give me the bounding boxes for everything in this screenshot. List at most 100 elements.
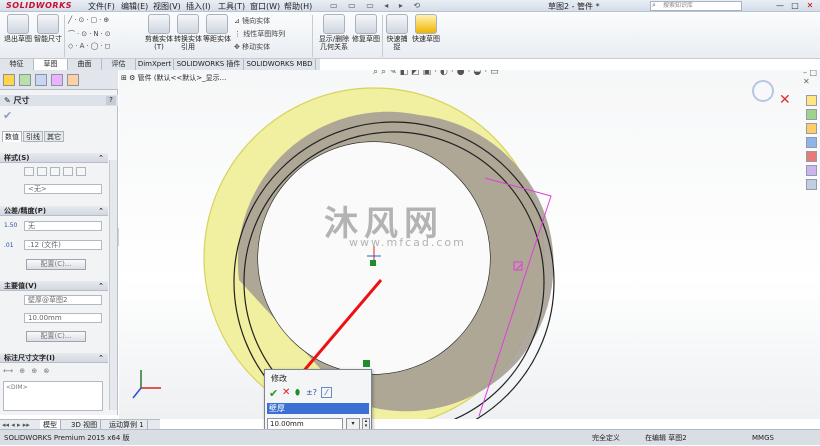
- style-select[interactable]: <无>: [24, 184, 102, 194]
- smart-dimension-button[interactable]: 智能尺寸: [34, 14, 62, 43]
- style-icon-1: [24, 167, 34, 176]
- tab-addins[interactable]: SOLIDWORKS 插件: [174, 59, 244, 70]
- offset-entities-button[interactable]: 等距实体: [203, 14, 231, 43]
- tab-leaders[interactable]: 引线: [23, 131, 43, 142]
- ok-check-icon[interactable]: ✔: [3, 109, 12, 122]
- trim-button[interactable]: 剪裁实体(T): [145, 14, 173, 51]
- ribbon-divider: [64, 15, 65, 57]
- dimension-text-section-header[interactable]: 标注尺寸文字(I) ⌃: [0, 353, 108, 363]
- app-logo: SOLIDWORKS: [6, 1, 73, 10]
- collapse-icon: ⌃: [98, 282, 104, 290]
- dimension-text-box[interactable]: <DIM>: [3, 381, 103, 411]
- rapid-sketch-icon: [415, 14, 437, 34]
- dimension-value-field[interactable]: 10.00mm: [24, 313, 102, 323]
- property-manager-icon[interactable]: [19, 74, 31, 86]
- trim-icon: [148, 14, 170, 34]
- tab-other[interactable]: 其它: [44, 131, 64, 142]
- display-manager-icon[interactable]: [67, 74, 79, 86]
- origin-point: [370, 260, 376, 266]
- style-icon-5: [76, 167, 86, 176]
- resources-icon[interactable]: [806, 95, 817, 106]
- view-palette-icon[interactable]: [806, 137, 817, 148]
- panel-scrollbar[interactable]: [109, 160, 117, 410]
- move-entities-button[interactable]: ✥ 移动实体: [234, 42, 270, 52]
- menu-help[interactable]: 帮助(H): [284, 1, 312, 12]
- dimension-name-field[interactable]: 壁厚@草图2: [24, 295, 102, 305]
- triad-z-axis: [132, 387, 142, 399]
- precision-select[interactable]: .12 (文件): [24, 240, 102, 250]
- tab-features[interactable]: 特征: [0, 59, 34, 70]
- menu-insert[interactable]: 插入(I): [186, 1, 211, 12]
- close-button[interactable]: ✕: [804, 1, 816, 11]
- tab-mbd[interactable]: SOLIDWORKS MBD: [244, 59, 316, 70]
- ribbon-divider: [312, 15, 313, 57]
- menu-tools[interactable]: 工具(T): [218, 1, 245, 12]
- tab-value[interactable]: 数值: [2, 131, 22, 142]
- sketch-tools-row2[interactable]: ⌒·⊙·N·⊙: [68, 29, 113, 39]
- config-manager-icon[interactable]: [35, 74, 47, 86]
- cancel-icon[interactable]: ✕: [282, 387, 290, 398]
- rapid-sketch-button[interactable]: 快速草图: [412, 14, 440, 43]
- text-format-icons[interactable]: ⟷ ⊕ ⊕ ⊗: [3, 367, 51, 375]
- primary-config-button[interactable]: 配置(C)...: [26, 331, 86, 342]
- linear-pattern-button[interactable]: ⋮ 线性草图阵列: [234, 29, 285, 39]
- reset-spin-icon[interactable]: ±?: [306, 388, 317, 397]
- offset-icon: [206, 14, 228, 34]
- menu-window[interactable]: 窗口(W): [250, 1, 280, 12]
- convert-entities-button[interactable]: 转换实体引用: [174, 14, 202, 51]
- dimension-name[interactable]: 壁厚: [267, 403, 369, 414]
- help-button[interactable]: ?: [106, 96, 116, 105]
- feature-tree-icon[interactable]: [3, 74, 15, 86]
- rebuild-icon[interactable]: ⬮: [295, 388, 300, 398]
- menu-file[interactable]: 文件(F): [88, 1, 115, 12]
- design-library-icon[interactable]: [806, 109, 817, 120]
- tolerance-type-select[interactable]: 无: [24, 221, 102, 231]
- tolerance-section-header[interactable]: 公差/精度(P) ⌃: [0, 206, 108, 216]
- quick-snaps-button[interactable]: 快速捕捉: [384, 14, 410, 51]
- sketch-tools-row3[interactable]: ◇·A·◯·◻: [68, 42, 113, 50]
- sketch-tools-row1[interactable]: ╱·⊙·▢·⊕: [68, 16, 111, 24]
- menu-edit[interactable]: 编辑(E): [121, 1, 148, 12]
- graphics-area[interactable]: ⊞ ⚙ 管件 (默认<<默认>_显示... ⌕⌕✎◧◩▣·◐·●·◒·▭ – □…: [119, 70, 820, 419]
- file-explorer-icon[interactable]: [806, 123, 817, 134]
- model-canvas: [132, 87, 555, 419]
- search-input[interactable]: 搜索知识库: [650, 1, 742, 11]
- custom-properties-icon[interactable]: [806, 165, 817, 176]
- product-version: SOLIDWORKS Premium 2015 x64 版: [4, 434, 130, 442]
- smart-dimension-icon: [37, 14, 59, 34]
- maximize-button[interactable]: □: [789, 1, 801, 11]
- status-bar: SOLIDWORKS Premium 2015 x64 版 完全定义 在编辑 草…: [0, 429, 820, 445]
- modify-title: 修改: [271, 374, 287, 383]
- style-section-header[interactable]: 样式(S) ⌃: [0, 153, 108, 163]
- primary-value-section-header[interactable]: 主要值(V) ⌃: [0, 281, 108, 291]
- appearances-icon[interactable]: [806, 151, 817, 162]
- quick-access-icons[interactable]: ▭ ▭ ▭ ◂ ▸ ⟲: [330, 1, 424, 10]
- tab-dimxpert[interactable]: DimXpert: [136, 59, 174, 70]
- forum-icon[interactable]: [806, 179, 817, 190]
- menu-view[interactable]: 视图(V): [153, 1, 181, 12]
- tab-sketch[interactable]: 草图: [34, 59, 68, 70]
- exit-sketch-button[interactable]: 退出草图: [4, 14, 32, 43]
- dimxpert-icon[interactable]: [51, 74, 63, 86]
- mirror-entities-button[interactable]: ⊿ 镜向实体: [234, 16, 270, 26]
- mark-dimension-icon[interactable]: ⁄: [321, 387, 332, 398]
- style-icon-3: [50, 167, 60, 176]
- title-bar: SOLIDWORKS 文件(F) 编辑(E) 视图(V) 插入(I) 工具(T)…: [0, 0, 820, 12]
- precision-icon: .01: [4, 242, 14, 249]
- command-manager: 退出草图 智能尺寸 ╱·⊙·▢·⊕ ⌒·⊙·N·⊙ ◇·A·◯·◻ 剪裁实体(T…: [0, 12, 820, 59]
- tolerance-config-button[interactable]: 配置(C)...: [26, 259, 86, 270]
- units-indicator[interactable]: MMGS: [752, 430, 774, 446]
- repair-sketch-button[interactable]: 修复草图: [352, 14, 380, 43]
- collapse-icon: ⌃: [98, 207, 104, 215]
- task-pane-icons: [806, 95, 820, 195]
- tab-surfaces[interactable]: 曲面: [68, 59, 102, 70]
- repair-icon: [355, 14, 377, 34]
- accept-icon[interactable]: ✔: [269, 387, 278, 400]
- show-relations-button[interactable]: 显示/删除几何关系: [318, 14, 350, 51]
- snap-icon: [386, 14, 408, 34]
- minimize-button[interactable]: —: [774, 1, 786, 11]
- editing-status: 在编辑 草图2: [645, 434, 687, 442]
- collapse-icon: ⌃: [98, 154, 104, 162]
- tab-evaluate[interactable]: 评估: [102, 59, 136, 70]
- convert-icon: [177, 14, 199, 34]
